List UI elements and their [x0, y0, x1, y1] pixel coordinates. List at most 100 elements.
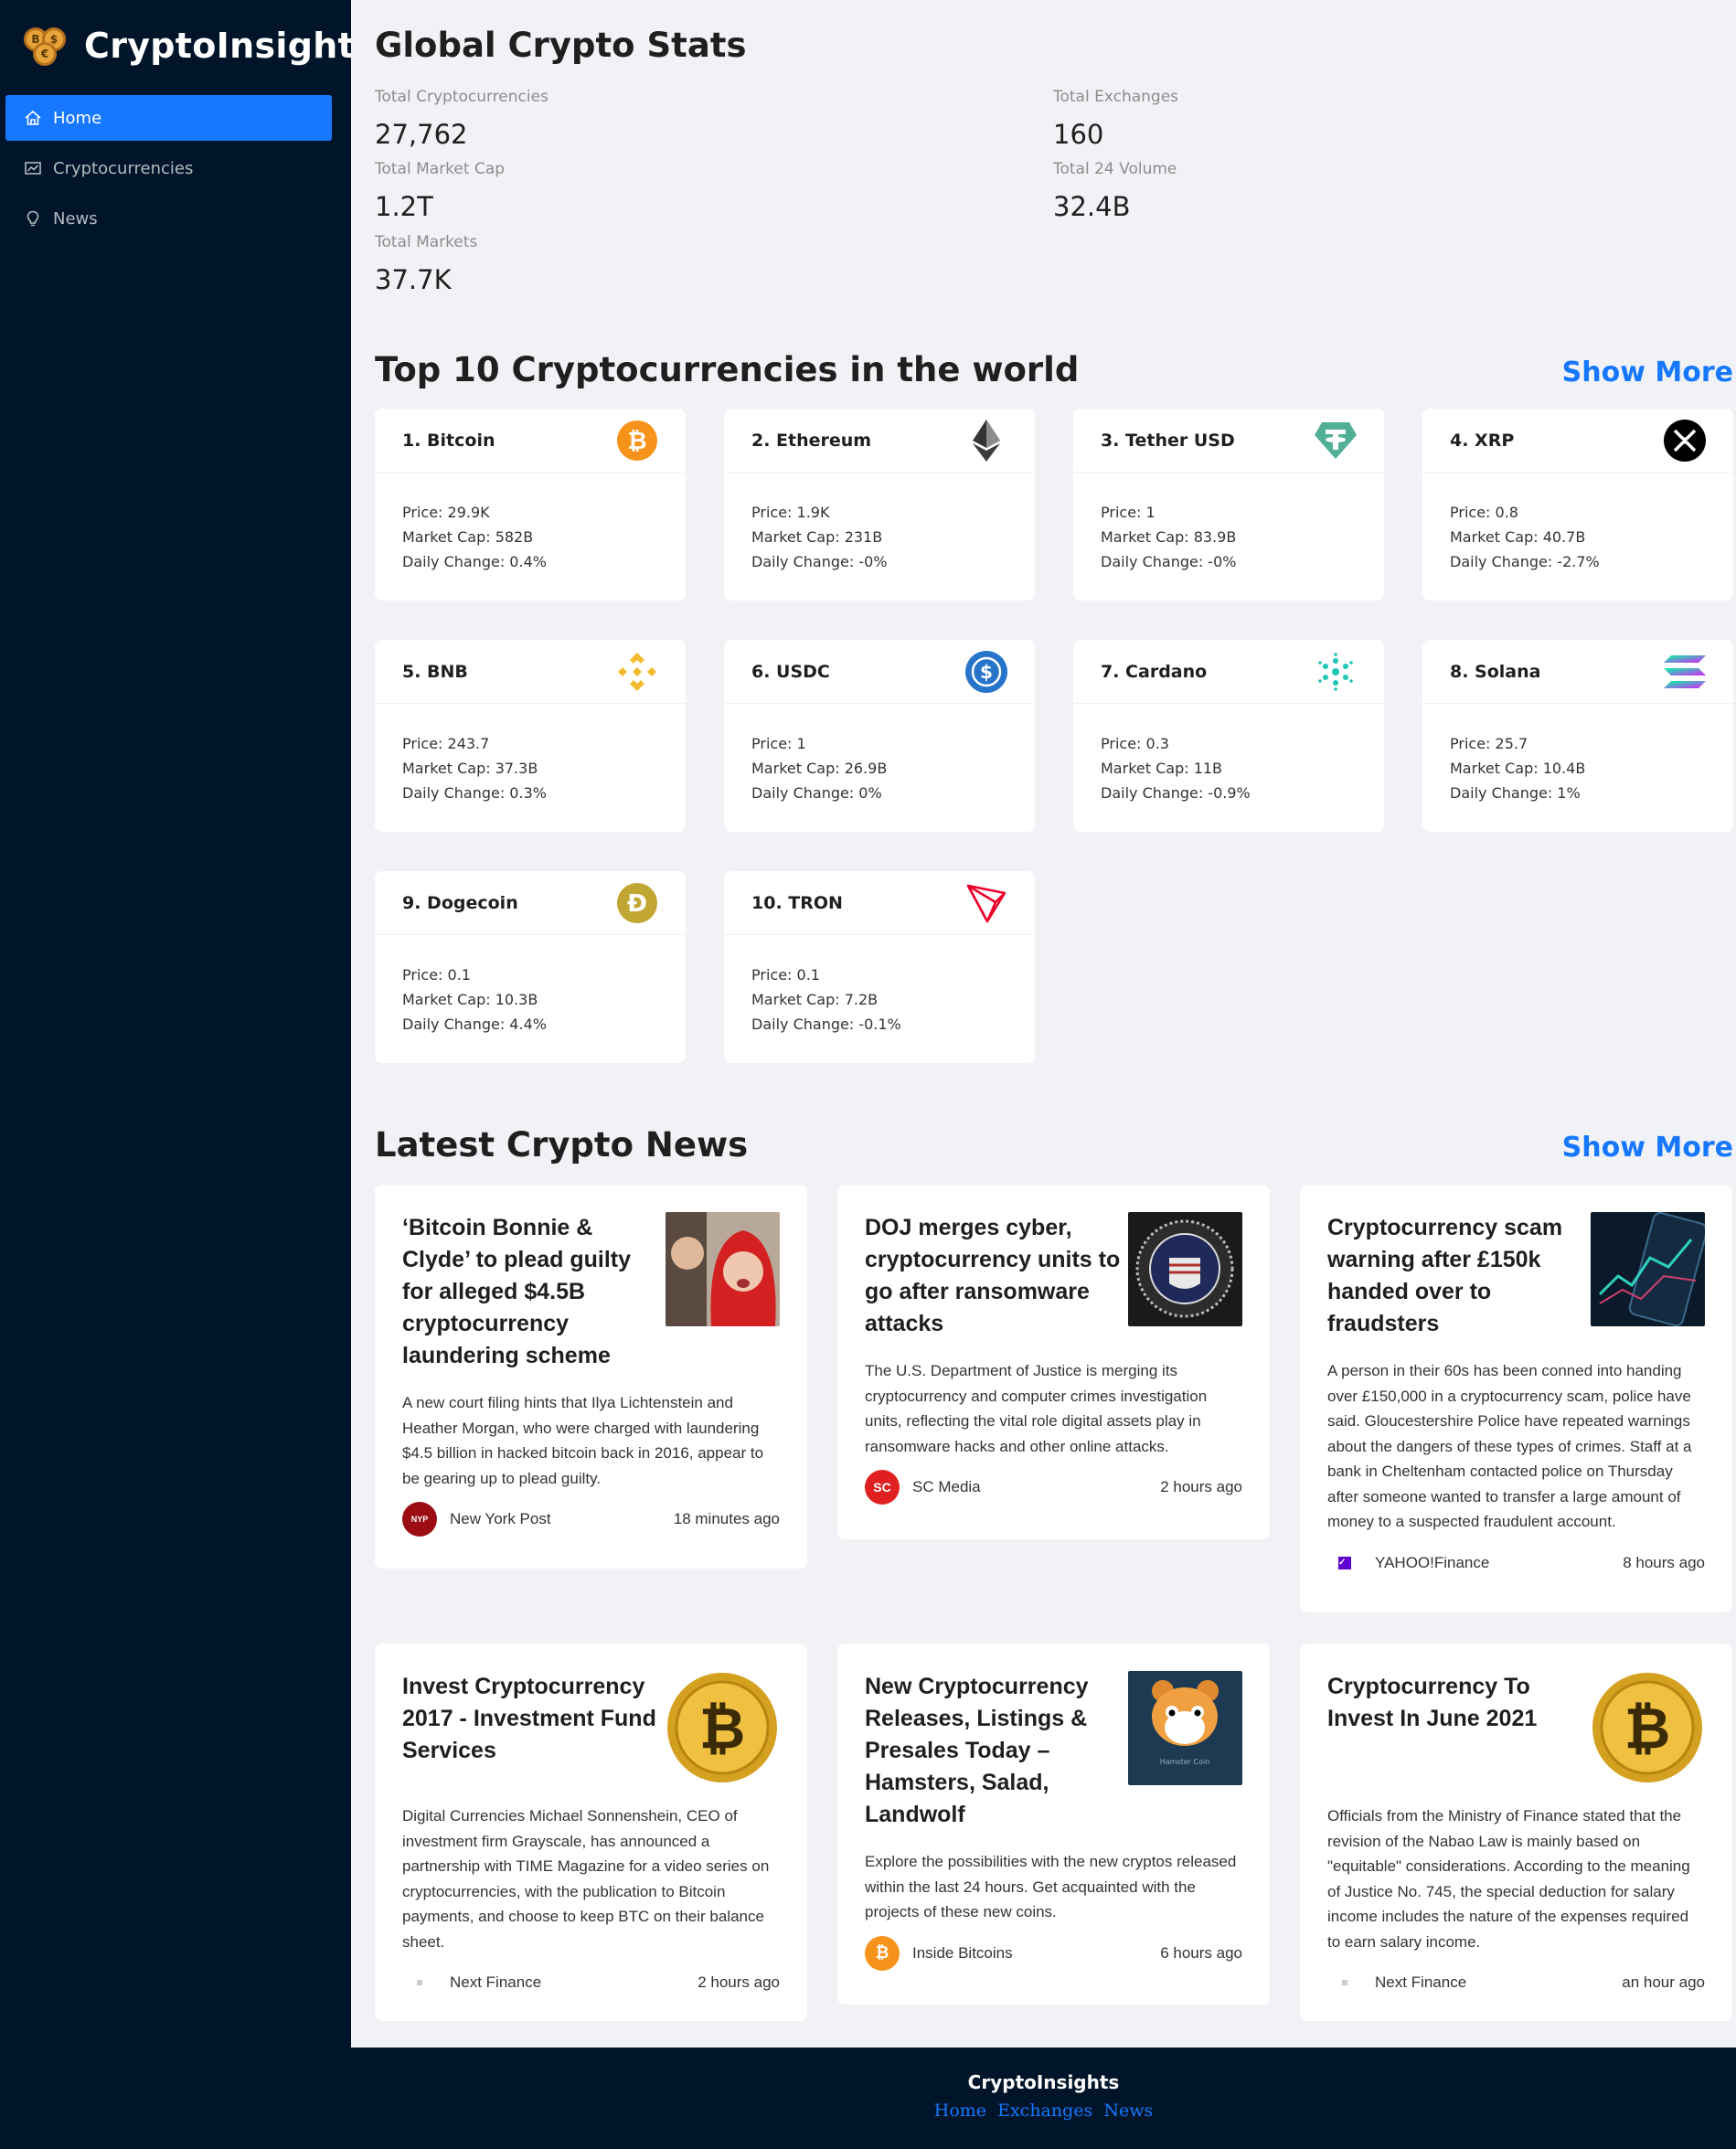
crypto-card-ethereum[interactable]: 2. Ethereum Price: 1.9K Market Cap: 231B D…	[724, 409, 1035, 601]
brand[interactable]: B $ € CryptoInsights	[24, 24, 376, 68]
footer-links: Home Exchanges News	[351, 2101, 1736, 2121]
news-card-title: Cryptocurrency To Invest In June 2021	[1327, 1674, 1538, 1731]
news-card[interactable]: Invest Cryptocurrency 2017 - Investment …	[375, 1644, 807, 2021]
news-image-couple	[666, 1212, 780, 1326]
news-card[interactable]: DOJ merges cyber, cryptocurrency units t…	[837, 1185, 1270, 1539]
crypto-card-title: 3. Tether USD	[1101, 430, 1235, 451]
news-card[interactable]: New Cryptocurrency Releases, Listings & …	[837, 1644, 1270, 2005]
crypto-card-tether[interactable]: 3. Tether USD Price: 1 Market Cap: 83.9B D…	[1073, 409, 1384, 601]
stat-label-total-markets: Total Markets	[375, 233, 478, 251]
crypto-daily-change: Daily Change: -2.7%	[1450, 553, 1600, 570]
crypto-card-title: 8. Solana	[1450, 661, 1541, 682]
news-image-bitcoin-coin: ₿	[666, 1671, 780, 1785]
crypto-market-cap: Market Cap: 37.3B	[402, 760, 538, 777]
news-card[interactable]: ‘Bitcoin Bonnie & Clyde’ to plead guilty…	[375, 1185, 807, 1569]
crypto-market-cap: Market Cap: 582B	[402, 528, 534, 546]
cardano-icon	[1315, 651, 1357, 693]
crypto-daily-change: Daily Change: 0.3%	[402, 784, 547, 802]
stat-label-total-market-cap: Total Market Cap	[375, 160, 506, 178]
crypto-market-cap: Market Cap: 26.9B	[751, 760, 888, 777]
crypto-daily-change: Daily Change: -0.1%	[751, 1016, 901, 1033]
news-provider-name: Next Finance	[450, 1973, 542, 1991]
crypto-card-solana[interactable]: 8. Solana Price: 25.7 Market Cap: 10.4B Da…	[1422, 640, 1733, 832]
crypto-market-cap: Market Cap: 7.2B	[751, 991, 879, 1008]
crypto-card-title: 2. Ethereum	[751, 430, 872, 451]
new-york-post-logo-icon: NYP	[402, 1502, 437, 1537]
sc-media-logo-icon: SC	[865, 1470, 900, 1505]
news-card-title: DOJ merges cyber, cryptocurrency units t…	[865, 1215, 1121, 1336]
news-time: 18 minutes ago	[673, 1510, 780, 1527]
next-finance-logo-icon	[1327, 1965, 1362, 2000]
next-finance-logo-icon	[402, 1965, 437, 2000]
crypto-card-bnb[interactable]: 5. BNB Price: 243.7 Market Cap: 37.3B Dail…	[375, 640, 686, 832]
news-time: 2 hours ago	[698, 1973, 780, 1991]
menu-item-label: Cryptocurrencies	[53, 158, 194, 178]
menu-item-label: News	[53, 208, 98, 229]
top10-title: Top 10 Cryptocurrencies in the world	[375, 350, 1080, 389]
crypto-card-cardano[interactable]: 7. Cardano Price: 0.3 Market Cap: 11B Dail…	[1073, 640, 1384, 832]
footer-title: CryptoInsights	[967, 2071, 1120, 2093]
crypto-price: Price: 243.7	[402, 735, 490, 752]
crypto-price: Price: 0.8	[1450, 504, 1518, 521]
news-title: Latest Crypto News	[375, 1125, 749, 1165]
stat-value-total-exchanges: 160	[1053, 119, 1104, 150]
crypto-market-cap: Market Cap: 83.9B	[1101, 528, 1237, 546]
news-card-description: Digital Currencies Michael Sonnenshein, …	[402, 1807, 770, 1951]
crypto-market-cap: Market Cap: 11B	[1101, 760, 1223, 777]
ethereum-icon	[965, 419, 1007, 462]
brand-name: CryptoInsights	[84, 26, 376, 66]
footer-link-home[interactable]: Home	[934, 2101, 986, 2121]
menu-item-home[interactable]: Home	[5, 95, 332, 141]
news-image-hamster-coin: Hamster Coin	[1128, 1671, 1242, 1785]
crypto-card-xrp[interactable]: 4. XRP Price: 0.8 Market Cap: 40.7B Daily …	[1422, 409, 1733, 601]
news-provider-name: Next Finance	[1375, 1973, 1467, 1991]
news-card-description: The U.S. Department of Justice is mergin…	[865, 1362, 1208, 1455]
main-content: Global Crypto Stats Total Cryptocurrenci…	[351, 0, 1736, 2048]
crypto-card-usdc[interactable]: 6. USDC $ Price: 1 Market Cap: 26.9B Daily…	[724, 640, 1035, 832]
sidebar: B $ € CryptoInsights Home Cryptocurrenci…	[0, 0, 376, 2048]
svg-text:Đ: Đ	[627, 890, 647, 918]
news-show-more-link[interactable]: Show More	[1562, 1132, 1733, 1164]
crypto-price: Price: 1	[751, 735, 806, 752]
crypto-price: Price: 1	[1101, 504, 1156, 521]
crypto-card-bitcoin[interactable]: 1. Bitcoin ₿ Price: 29.9K Market Cap: 582…	[375, 409, 686, 601]
crypto-card-title: 9. Dogecoin	[402, 892, 518, 913]
stat-label-total-cryptocurrencies: Total Cryptocurrencies	[375, 88, 548, 106]
crypto-daily-change: Daily Change: 0.4%	[402, 553, 547, 570]
news-card-description: A new court filing hints that Ilya Licht…	[402, 1394, 764, 1487]
crypto-card-title: 7. Cardano	[1101, 661, 1208, 682]
crypto-card-title: 1. Bitcoin	[402, 430, 495, 451]
crypto-price: Price: 0.1	[402, 966, 471, 984]
crypto-price: Price: 0.1	[751, 966, 820, 984]
crypto-card-title: 4. XRP	[1450, 430, 1515, 451]
news-card-title: New Cryptocurrency Releases, Listings & …	[865, 1674, 1089, 1827]
solana-icon	[1664, 651, 1706, 693]
tron-icon	[965, 882, 1007, 924]
news-time: 8 hours ago	[1623, 1553, 1705, 1571]
news-card[interactable]: Cryptocurrency To Invest In June 2021 ₿ …	[1300, 1644, 1732, 2021]
news-image-bitcoin-coin: ₿	[1591, 1671, 1705, 1785]
usdc-icon: $	[965, 650, 1007, 693]
news-card-title: Invest Cryptocurrency 2017 - Investment …	[402, 1674, 656, 1763]
bitcoin-icon: ₿	[616, 420, 658, 462]
menu-item-cryptocurrencies[interactable]: Cryptocurrencies	[5, 145, 332, 191]
top10-show-more-link[interactable]: Show More	[1562, 356, 1733, 388]
news-card-description: A person in their 60s has been conned in…	[1327, 1362, 1692, 1530]
crypto-card-title: 10. TRON	[751, 892, 843, 913]
news-card[interactable]: Cryptocurrency scam warning after £150k …	[1300, 1185, 1732, 1612]
news-image-fbi-seal	[1128, 1212, 1242, 1326]
home-icon	[25, 110, 41, 125]
footer-link-news[interactable]: News	[1103, 2101, 1153, 2121]
crypto-card-dogecoin[interactable]: 9. Dogecoin Đ Price: 0.1 Market Cap: 10.3…	[375, 871, 686, 1063]
news-time: 2 hours ago	[1160, 1478, 1242, 1495]
footer-link-exchanges[interactable]: Exchanges	[997, 2101, 1092, 2121]
news-time: an hour ago	[1622, 1973, 1705, 1991]
crypto-card-title: 6. USDC	[751, 661, 830, 682]
crypto-card-tron[interactable]: 10. TRON Price: 0.1 Market Cap: 7.2B Daily…	[724, 871, 1035, 1063]
menu-item-news[interactable]: News	[5, 196, 332, 241]
crypto-market-cap: Market Cap: 10.4B	[1450, 760, 1586, 777]
bnb-icon	[616, 651, 658, 693]
crypto-daily-change: Daily Change: 1%	[1450, 784, 1581, 802]
stats-title: Global Crypto Stats	[375, 26, 747, 65]
nav-menu: Home Cryptocurrencies News	[5, 95, 332, 246]
